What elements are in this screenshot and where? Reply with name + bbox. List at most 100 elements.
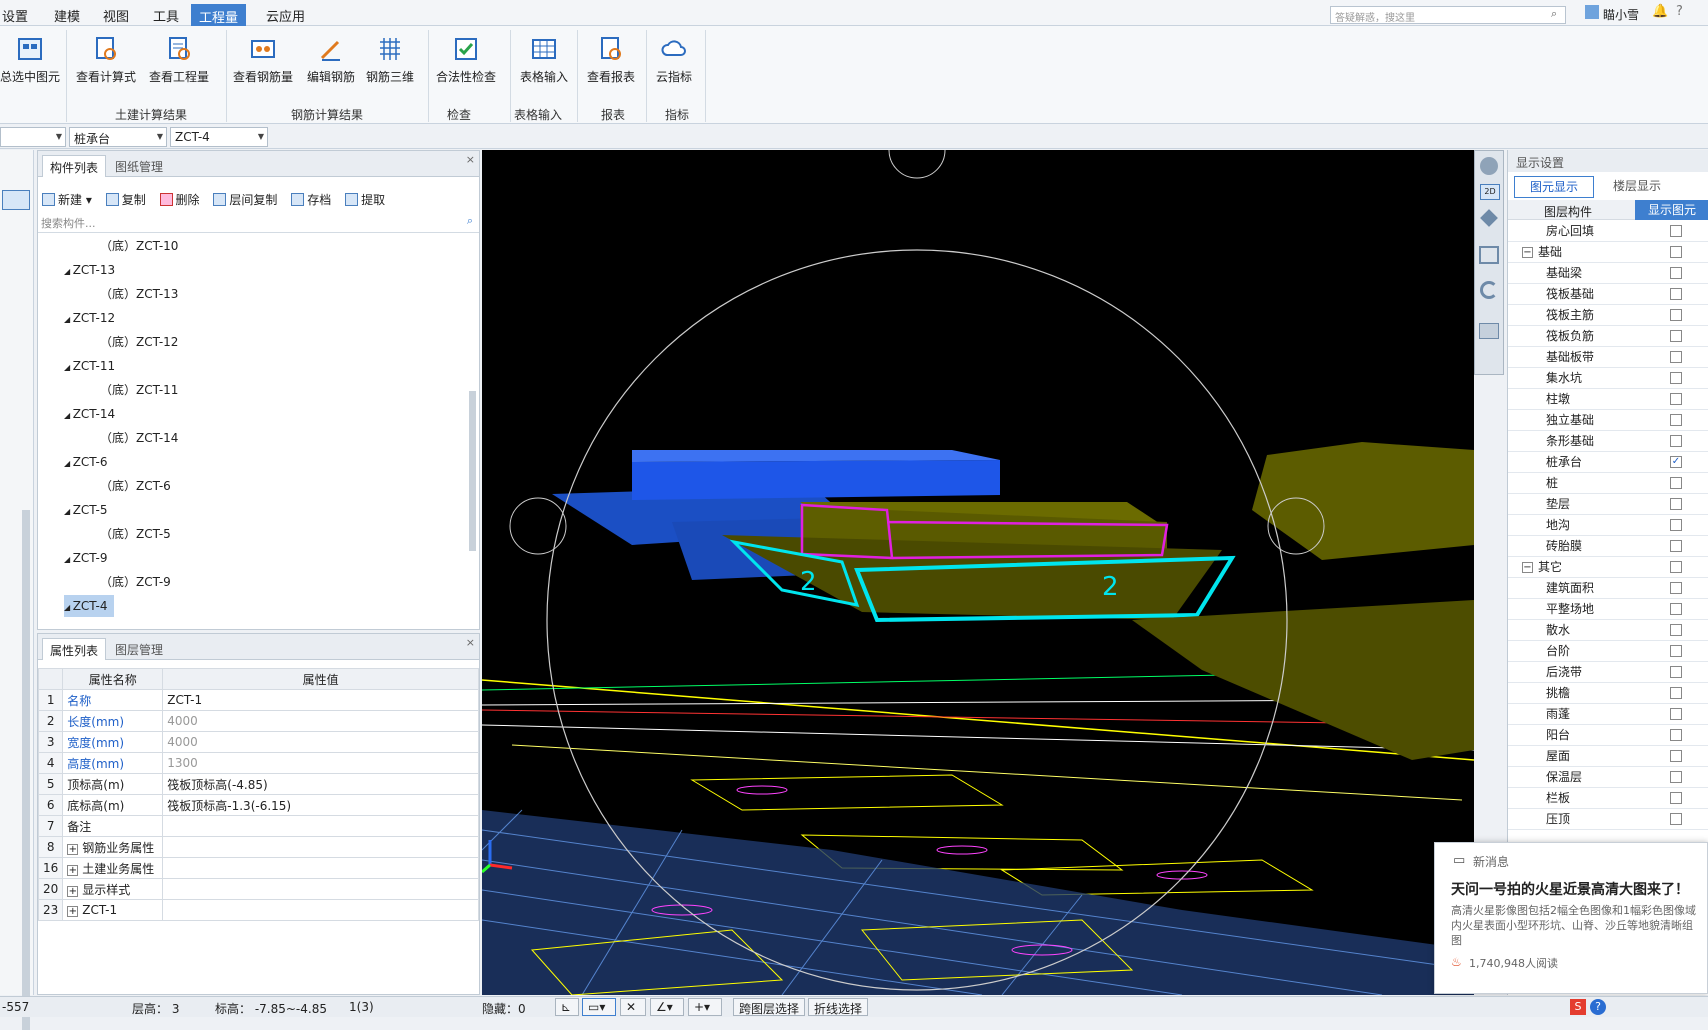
collapse-triangle-icon[interactable]: ◢ bbox=[64, 363, 73, 372]
layer-row[interactable]: 房心回填 bbox=[1508, 221, 1708, 242]
tree-item[interactable]: ◢ ZCT-6 bbox=[64, 451, 114, 473]
collapse-triangle-icon[interactable]: ◢ bbox=[64, 459, 73, 468]
layer-visibility-checkbox[interactable] bbox=[1670, 498, 1682, 510]
floor-select[interactable]: ▼ bbox=[0, 127, 66, 147]
layer-visibility-checkbox[interactable] bbox=[1670, 372, 1682, 384]
news-notification[interactable]: ▭ 新消息 天问一号拍的火星近景高清大图来了！ 高清火星影像图包括2幅全色图像和… bbox=[1434, 842, 1708, 994]
tab-drawing-management[interactable]: 图纸管理 bbox=[108, 155, 170, 177]
plus-tool-button[interactable]: +▾ bbox=[688, 998, 722, 1016]
tree-item[interactable]: （底）ZCT-12 bbox=[100, 331, 184, 353]
layer-visibility-checkbox[interactable] bbox=[1670, 624, 1682, 636]
layer-row[interactable]: 挑檐 bbox=[1508, 683, 1708, 704]
nav-toggle-button[interactable] bbox=[2, 190, 30, 210]
layer-visibility-checkbox[interactable] bbox=[1670, 792, 1682, 804]
orbit-icon[interactable] bbox=[1480, 157, 1498, 175]
property-value[interactable] bbox=[162, 836, 479, 858]
layer-row[interactable]: 基础板带 bbox=[1508, 347, 1708, 368]
avatar[interactable] bbox=[1585, 5, 1599, 19]
layer-row[interactable]: 地沟 bbox=[1508, 515, 1708, 536]
layer-row[interactable]: 屋面 bbox=[1508, 746, 1708, 767]
layer-row[interactable]: − 基础 bbox=[1508, 242, 1708, 263]
property-row[interactable]: 23 + ZCT-1 bbox=[37, 899, 479, 921]
layer-row[interactable]: − 其它 bbox=[1508, 557, 1708, 578]
view-quantity-button[interactable]: 查看工程量 bbox=[149, 36, 209, 85]
layer-visibility-checkbox[interactable] bbox=[1670, 771, 1682, 783]
view-formula-button[interactable]: 查看计算式 bbox=[76, 36, 136, 85]
property-value[interactable]: 1300 bbox=[162, 752, 479, 774]
property-row[interactable]: 8 + 钢筋业务属性 bbox=[37, 836, 479, 858]
collapse-triangle-icon[interactable]: ◢ bbox=[64, 267, 73, 276]
menu-modeling[interactable]: 建模 bbox=[54, 6, 80, 25]
help-icon[interactable]: ? bbox=[1590, 999, 1606, 1015]
select-all-elements-button[interactable]: 总选中图元 bbox=[0, 36, 60, 85]
layer-row[interactable]: 柱墩 bbox=[1508, 389, 1708, 410]
tree-item[interactable]: ◢ ZCT-4 bbox=[64, 595, 114, 617]
layer-visibility-checkbox[interactable] bbox=[1670, 813, 1682, 825]
collapse-triangle-icon[interactable]: ◢ bbox=[64, 603, 73, 612]
layer-row[interactable]: 筏板负筋 bbox=[1508, 326, 1708, 347]
property-value[interactable]: 4000 bbox=[162, 710, 479, 732]
tree-item[interactable]: ◢ ZCT-13 bbox=[64, 259, 121, 281]
close-icon[interactable]: × bbox=[466, 636, 475, 649]
tab-property-list[interactable]: 属性列表 bbox=[42, 638, 107, 660]
property-row[interactable]: 16 + 土建业务属性 bbox=[37, 857, 479, 879]
user-name[interactable]: 瞄小雪 bbox=[1603, 6, 1639, 23]
tab-element-display[interactable]: 图元显示 bbox=[1514, 176, 1594, 198]
property-row[interactable]: 4 高度(mm) 1300 bbox=[37, 752, 479, 774]
menu-tools[interactable]: 工具 bbox=[153, 6, 179, 25]
help-search-input[interactable]: 答疑解惑，搜这里 bbox=[1330, 6, 1566, 24]
3d-scene[interactable]: 2 2 bbox=[482, 150, 1474, 995]
layout-icon[interactable] bbox=[1479, 323, 1499, 339]
property-value[interactable] bbox=[162, 815, 479, 837]
layer-visibility-checkbox[interactable]: ✓ bbox=[1670, 456, 1682, 468]
layer-visibility-checkbox[interactable] bbox=[1670, 729, 1682, 741]
polyline-select-button[interactable]: 折线选择 bbox=[808, 998, 869, 1016]
search-icon[interactable]: ⌕ bbox=[1551, 7, 1557, 21]
layer-visibility-checkbox[interactable] bbox=[1670, 351, 1682, 363]
layer-row[interactable]: 雨蓬 bbox=[1508, 704, 1708, 725]
select-mode-button[interactable]: ▭▾ bbox=[582, 998, 616, 1016]
component-select[interactable]: ZCT-4 ▼ bbox=[170, 127, 268, 147]
tab-component-list[interactable]: 构件列表 bbox=[42, 155, 107, 177]
view-report-button[interactable]: 查看报表 bbox=[587, 36, 635, 85]
bell-icon[interactable]: 🔔 bbox=[1652, 4, 1668, 19]
tree-item[interactable]: ◢ ZCT-12 bbox=[64, 307, 121, 329]
edit-rebar-button[interactable]: 编辑钢筋 bbox=[307, 36, 355, 85]
layer-row[interactable]: 压顶 bbox=[1508, 809, 1708, 830]
tree-item[interactable]: ◢ ZCT-14 bbox=[64, 403, 121, 425]
layer-visibility-checkbox[interactable] bbox=[1670, 603, 1682, 615]
property-row[interactable]: 7 备注 bbox=[37, 815, 479, 837]
show-element-header[interactable]: 显示图元 bbox=[1635, 200, 1708, 220]
property-row[interactable]: 20 + 显示样式 bbox=[37, 878, 479, 900]
validity-check-button[interactable]: 合法性检查 bbox=[436, 36, 496, 85]
layer-row[interactable]: 基础梁 bbox=[1508, 263, 1708, 284]
layer-visibility-checkbox[interactable] bbox=[1670, 477, 1682, 489]
layer-row[interactable]: 筏板主筋 bbox=[1508, 305, 1708, 326]
new-component-button[interactable]: 新建 ▾ bbox=[42, 191, 92, 208]
layer-visibility-checkbox[interactable] bbox=[1670, 687, 1682, 699]
tab-layer-management[interactable]: 图层管理 bbox=[108, 638, 170, 660]
layer-row[interactable]: 散水 bbox=[1508, 620, 1708, 641]
layer-visibility-checkbox[interactable] bbox=[1670, 435, 1682, 447]
layer-visibility-checkbox[interactable] bbox=[1670, 288, 1682, 300]
layer-visibility-checkbox[interactable] bbox=[1670, 267, 1682, 279]
left-strip-scrollbar[interactable] bbox=[22, 510, 30, 1030]
layer-visibility-checkbox[interactable] bbox=[1670, 393, 1682, 405]
property-row[interactable]: 5 顶标高(m) 筏板顶标高(-4.85) bbox=[37, 773, 479, 795]
layer-row[interactable]: 建筑面积 bbox=[1508, 578, 1708, 599]
property-value[interactable] bbox=[162, 899, 479, 921]
property-value[interactable] bbox=[162, 878, 479, 900]
menu-cloud-apps[interactable]: 云应用 bbox=[266, 6, 305, 25]
layer-row[interactable]: 桩 bbox=[1508, 473, 1708, 494]
layer-visibility-checkbox[interactable] bbox=[1670, 519, 1682, 531]
menu-view[interactable]: 视图 bbox=[103, 6, 129, 25]
angle-icon[interactable]: ∠▾ bbox=[650, 998, 684, 1016]
cross-icon[interactable]: ✕ bbox=[620, 998, 646, 1016]
rotate-icon[interactable] bbox=[1480, 281, 1498, 299]
layer-visibility-checkbox[interactable] bbox=[1670, 540, 1682, 552]
copy-button[interactable]: 复制 bbox=[105, 191, 146, 208]
layer-visibility-checkbox[interactable] bbox=[1670, 246, 1682, 258]
property-row[interactable]: 3 宽度(mm) 4000 bbox=[37, 731, 479, 753]
view-2d-button[interactable]: 2D bbox=[1480, 184, 1500, 200]
table-input-button[interactable]: 表格输入 bbox=[520, 36, 568, 85]
